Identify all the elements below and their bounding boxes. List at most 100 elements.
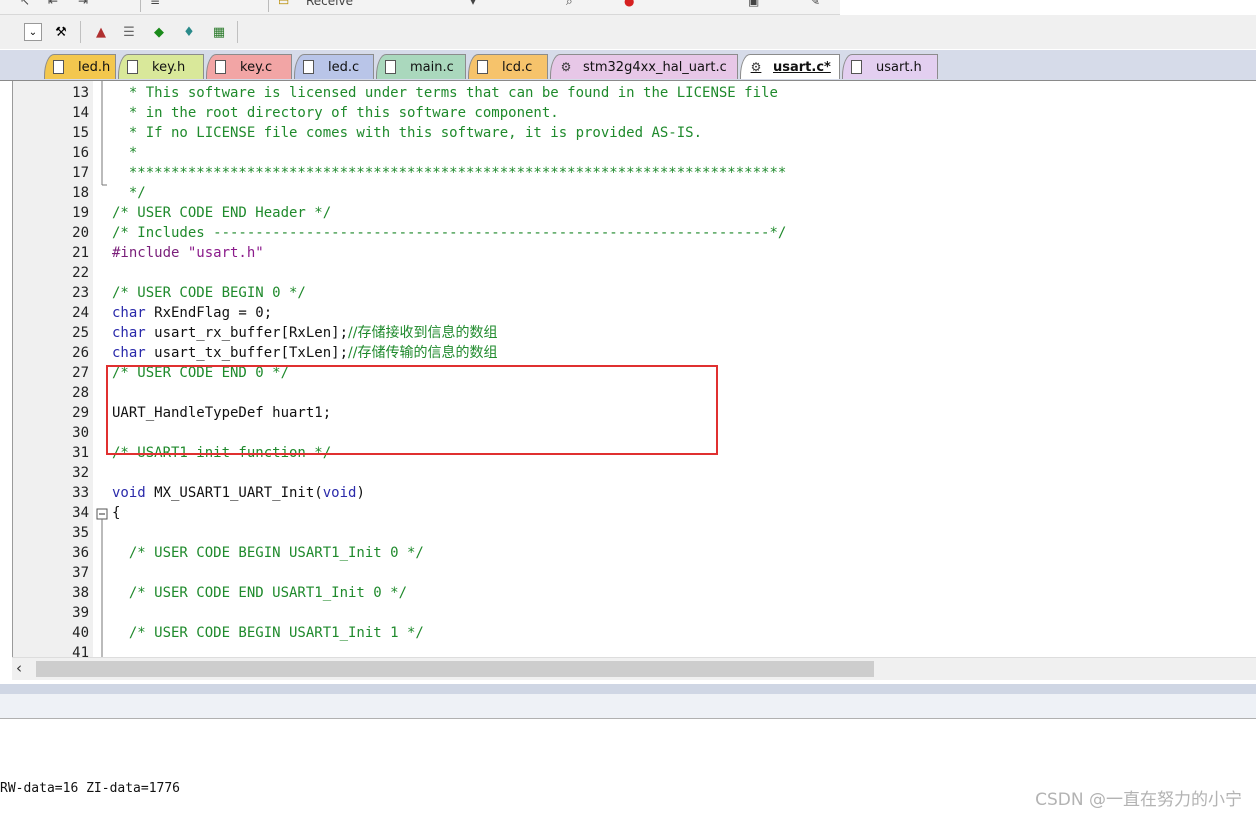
code-line[interactable]: 25 char usart_rx_buffer[RxLen];//存储接收到信息的… [13, 323, 1256, 343]
line-number: 34 [72, 505, 89, 521]
code-line[interactable]: 19 /* USER CODE END Header */ [13, 203, 1256, 223]
tab-label: led.c [328, 59, 360, 75]
build-output-line: RW-data=16 ZI-data=1776 [0, 781, 181, 796]
tab-label: key.h [152, 59, 186, 75]
code-token: /* USER CODE END Header */ [112, 205, 332, 221]
file-icon [127, 60, 138, 74]
collapse-icon[interactable]: ⌄ [24, 23, 42, 41]
gear-file-icon: ⚙ [750, 60, 762, 74]
code-token: ****************************************… [112, 165, 787, 181]
tab-key-c[interactable]: key.c [206, 54, 292, 79]
code-text: /* USER CODE END Header */ [112, 203, 331, 223]
code-line[interactable]: 37 [13, 563, 1256, 583]
gem-icon[interactable]: ♦ [180, 23, 198, 41]
tab-led-c[interactable]: led.c [294, 54, 374, 79]
scrollbar-thumb[interactable] [36, 661, 874, 677]
code-token: char [112, 305, 146, 321]
code-line[interactable]: 14 * in the root directory of this softw… [13, 103, 1256, 123]
line-number: 36 [72, 545, 89, 561]
file-tab-bar: led.h key.h key.c led.c main.c lcd.c ⚙ stm32g4x… [0, 50, 1256, 81]
line-number: 22 [72, 265, 89, 281]
code-line[interactable]: 38 /* USER CODE END USART1_Init 0 */ [13, 583, 1256, 603]
tab-key-h[interactable]: key.h [118, 54, 204, 79]
code-token: #include [112, 245, 188, 261]
line-number: 21 [72, 245, 89, 261]
tab-lcd-c[interactable]: lcd.c [468, 54, 548, 79]
folder-icon[interactable]: ▭ [278, 0, 289, 8]
toolbar-arrow-icon[interactable]: ↖ [20, 0, 30, 8]
tab-led-h[interactable]: led.h [44, 54, 116, 79]
tab-label: key.c [240, 59, 273, 75]
code-token: "usart.h" [187, 245, 264, 261]
tab-usart-h[interactable]: usart.h [842, 54, 938, 79]
line-number: 26 [72, 345, 89, 361]
code-editor[interactable]: 13 * This software is licensed under ter… [12, 81, 1256, 657]
wrench-icon[interactable]: ⚒ [52, 23, 70, 41]
code-line[interactable]: 26 char usart_tx_buffer[TxLen];//存储传输的信息的… [13, 343, 1256, 363]
code-token: /* USER CODE BEGIN USART1_Init 0 */ [112, 545, 424, 561]
panel-splitter[interactable] [0, 684, 1256, 694]
tab-main-c[interactable]: main.c [376, 54, 466, 79]
code-line[interactable]: 13 * This software is licensed under ter… [13, 83, 1256, 103]
code-line[interactable]: 21 #include "usart.h" [13, 243, 1256, 263]
stack-icon[interactable]: ▲ [92, 23, 110, 41]
code-line[interactable]: 34 { [13, 503, 1256, 523]
code-token: //存储接收到信息的数组 [348, 325, 498, 341]
diamond-icon[interactable]: ◆ [150, 23, 168, 41]
books-icon[interactable]: ▦ [210, 23, 228, 41]
layers-icon[interactable]: ☰ [120, 23, 138, 41]
code-token: MX_USART1_UART_Init( [145, 485, 323, 501]
code-token: /* USER CODE END USART1_Init 0 */ [112, 585, 408, 601]
code-line[interactable]: 32 [13, 463, 1256, 483]
code-line[interactable]: 33 void MX_USART1_UART_Init(void) [13, 483, 1256, 503]
line-number: 29 [72, 405, 89, 421]
tab-label: lcd.c [502, 59, 533, 75]
scroll-left-icon[interactable]: ‹ [16, 659, 22, 677]
target-select[interactable]: Receive [306, 0, 353, 8]
target-dropdown-icon[interactable]: ▾ [470, 0, 476, 8]
tab-stm32g4xx-hal-uart-c[interactable]: ⚙ stm32g4xx_hal_uart.c [550, 54, 738, 79]
line-number: 23 [72, 285, 89, 301]
code-line[interactable]: 20 /* Includes --------------------------… [13, 223, 1256, 243]
watermark: CSDN @一直在努力的小宁 [1035, 790, 1242, 810]
code-line[interactable]: 36 /* USER CODE BEGIN USART1_Init 0 */ [13, 543, 1256, 563]
tab-label: usart.c* [773, 59, 831, 75]
tool-icon[interactable]: ✎ [810, 0, 820, 8]
secondary-toolbar: ⌄ ⚒ ▲ ☰ ◆ ♦ ▦ [0, 15, 1256, 49]
line-number: 16 [72, 145, 89, 161]
line-number: 35 [72, 525, 89, 541]
code-token: usart_rx_buffer[RxLen]; [145, 325, 349, 341]
code-text: #include "usart.h" [112, 243, 264, 263]
code-line[interactable]: 23 /* USER CODE BEGIN 0 */ [13, 283, 1256, 303]
code-line[interactable]: 16 * [13, 143, 1256, 163]
code-line[interactable]: 15 * If no LICENSE file comes with this … [13, 123, 1256, 143]
code-line[interactable]: 24 char RxEndFlag = 0; [13, 303, 1256, 323]
line-number: 31 [72, 445, 89, 461]
code-line[interactable]: 39 [13, 603, 1256, 623]
code-line[interactable]: 35 [13, 523, 1256, 543]
tab-usart-c-[interactable]: ⚙ usart.c* [740, 54, 840, 79]
line-number: 18 [72, 185, 89, 201]
line-number: 40 [72, 625, 89, 641]
toolbar-outdent-icon[interactable]: ⇥ [78, 0, 88, 8]
code-line[interactable]: 22 [13, 263, 1256, 283]
code-text: /* USER CODE END USART1_Init 0 */ [112, 583, 407, 603]
code-token: void [112, 485, 146, 501]
search-icon[interactable]: ⌕ [566, 0, 573, 9]
code-text: char usart_tx_buffer[TxLen];//存储传输的信息的数组 [112, 343, 497, 363]
toolbar-indent-icon[interactable]: ⇤ [48, 0, 58, 8]
code-line[interactable]: 41 [13, 643, 1256, 657]
debug-icon[interactable]: ● [624, 0, 634, 8]
toolbar-bookmark-icon[interactable]: ≡ [150, 0, 160, 8]
line-number: 33 [72, 485, 89, 501]
code-line[interactable]: 17 *************************************… [13, 163, 1256, 183]
code-token: char [112, 345, 146, 361]
code-line[interactable]: 18 */ [13, 183, 1256, 203]
code-line[interactable]: 40 /* USER CODE BEGIN USART1_Init 1 */ [13, 623, 1256, 643]
line-number: 32 [72, 465, 89, 481]
window-icon[interactable]: ▣ [748, 0, 759, 8]
code-token: */ [112, 185, 146, 201]
code-token: { [112, 505, 121, 521]
code-token: * in the root directory of this software… [112, 105, 559, 121]
horizontal-scrollbar[interactable]: ‹ [12, 657, 1256, 680]
